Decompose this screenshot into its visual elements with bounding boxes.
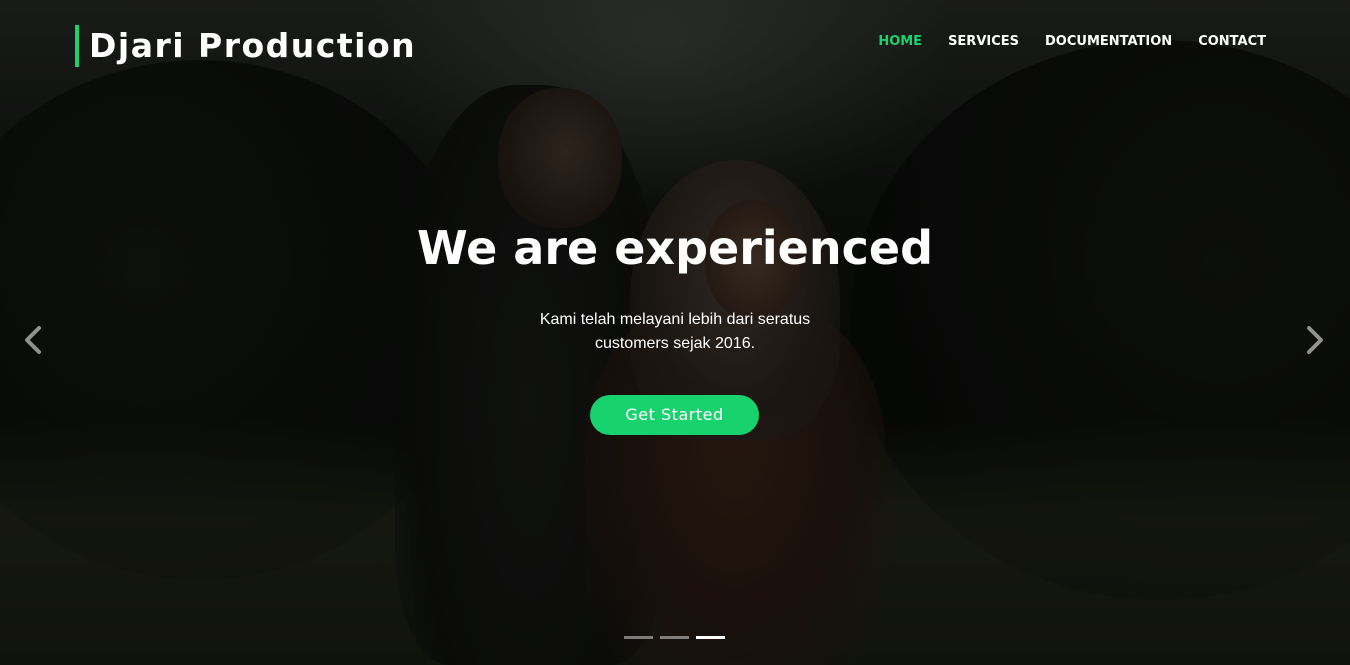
chevron-right-icon (1307, 326, 1323, 354)
nav-item-services[interactable]: SERVICES (948, 33, 1019, 51)
carousel-indicator-3[interactable] (696, 636, 725, 639)
carousel-indicator-2[interactable] (660, 636, 689, 639)
site-header: Djari Production HOME SERVICES DOCUMENTA… (0, 0, 1350, 90)
carousel-prev-button[interactable] (14, 320, 54, 360)
carousel-indicator-1[interactable] (624, 636, 653, 639)
hero-description-line-2: customers sejak 2016. (594, 335, 756, 352)
carousel-next-button[interactable] (1294, 320, 1334, 360)
nav-item-home[interactable]: HOME (878, 33, 922, 51)
hero-carousel: Djari Production HOME SERVICES DOCUMENTA… (0, 0, 1350, 665)
carousel-indicators (624, 636, 732, 639)
hero-title: We are experienced (416, 221, 934, 275)
hero-description: Kami telah melayani lebih dari seratus c… (475, 308, 875, 356)
site-logo[interactable]: Djari Production (75, 25, 416, 67)
main-nav: HOME SERVICES DOCUMENTATION CONTACT (852, 33, 1266, 51)
chevron-left-icon (25, 326, 41, 354)
hero-description-line-1: Kami telah melayani lebih dari seratus (539, 311, 811, 328)
get-started-button[interactable]: Get Started (590, 395, 759, 435)
nav-item-documentation[interactable]: DOCUMENTATION (1045, 33, 1172, 51)
nav-item-contact[interactable]: CONTACT (1198, 33, 1266, 51)
